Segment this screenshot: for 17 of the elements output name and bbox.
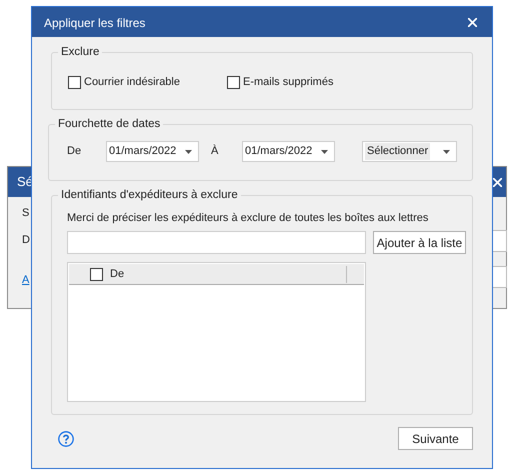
add-to-list-button[interactable]: Ajouter à la liste [373, 231, 466, 254]
column-title: De [110, 266, 124, 282]
next-button[interactable]: Suivante [398, 427, 473, 450]
column-header[interactable]: De [69, 264, 364, 285]
field-label: S [22, 206, 30, 221]
date-picker[interactable]: 01/mars/2022 [242, 141, 335, 162]
checkbox-label: E-mails supprimés [243, 74, 334, 90]
group-legend: Identifiants d'expéditeurs à exclure [58, 187, 241, 203]
date-label: À [210, 144, 220, 160]
link[interactable]: A [22, 272, 30, 288]
checkbox-label: Courrier indésirable [84, 74, 180, 90]
field-label: D [22, 233, 30, 248]
instruction-text: Merci de préciser les expéditeurs à exclure de toutes les boîtes aux lettres [67, 211, 430, 226]
preset-dropdown[interactable]: Sélectionner [362, 141, 457, 162]
date-label: De [67, 144, 82, 160]
date-picker[interactable]: 01/mars/2022 [106, 141, 199, 162]
window-title: Appliquer les filtres [44, 15, 146, 32]
